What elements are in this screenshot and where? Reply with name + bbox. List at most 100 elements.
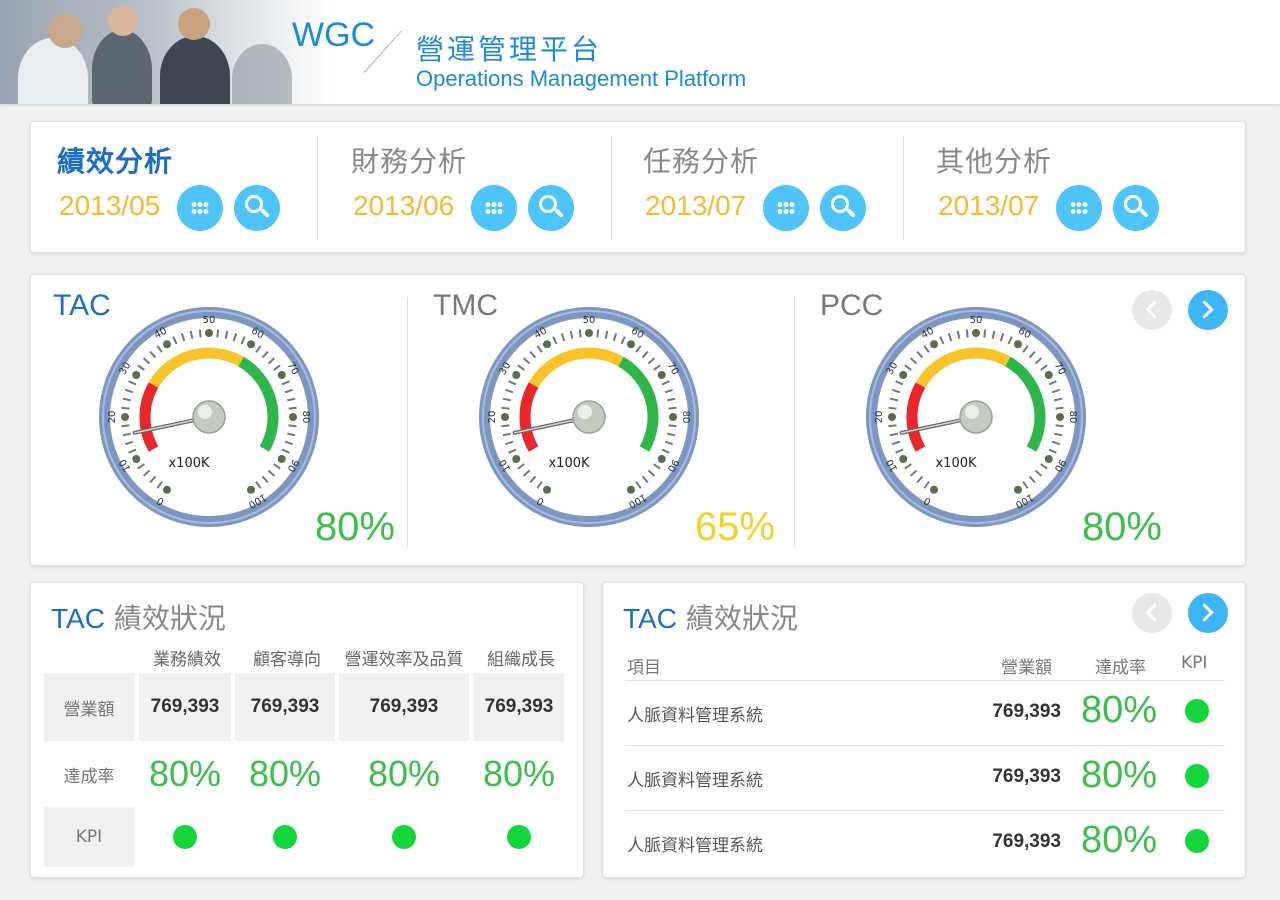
section-title-code: TAC xyxy=(623,603,677,634)
grid-icon xyxy=(191,201,209,215)
project-name: 人脈資料管理系統 xyxy=(627,706,763,726)
header-photo xyxy=(0,0,330,104)
grid-icon xyxy=(777,201,795,215)
gauge-major-dot xyxy=(205,329,213,337)
gauge-major-dot xyxy=(163,340,171,349)
next-button[interactable] xyxy=(1188,290,1228,330)
gauge-major-dot xyxy=(501,413,509,421)
gauge-tick xyxy=(888,424,897,428)
section-title-text: 績效狀況 xyxy=(113,602,226,635)
category-performance[interactable]: 績效分析 2013/05 xyxy=(31,122,325,254)
gauge-major-dot xyxy=(512,371,521,379)
gauge-tick-label: 80 xyxy=(680,411,691,424)
prev-button[interactable] xyxy=(1132,290,1172,330)
gauge-tick xyxy=(888,406,897,410)
section-title: TAC 績效狀況 xyxy=(51,597,226,637)
grid-view-button[interactable] xyxy=(471,185,517,231)
gauge-tick-label: 80 xyxy=(300,411,311,424)
next-button[interactable] xyxy=(1188,593,1228,633)
gauge-major-dot xyxy=(930,485,938,494)
gauge-panel-pcc: PCC 0 10 20 30 40 50 60 70 80 90 100 x100K 80% xyxy=(798,275,1182,567)
search-button[interactable] xyxy=(1113,185,1159,231)
gauge-pcc: 0102030405060708090100x100K xyxy=(866,307,1086,527)
category-label: 財務分析 xyxy=(351,145,468,178)
gauge-major-dot xyxy=(247,340,255,349)
gauge-major-dot xyxy=(669,413,677,421)
gauge-tick-label: 20 xyxy=(874,411,885,424)
section-title-code: TAC xyxy=(51,603,105,634)
search-button[interactable] xyxy=(528,185,574,231)
gauge-tick xyxy=(983,329,987,338)
table-row[interactable]: 人脈資料管理系統 769,393 80% xyxy=(625,680,1225,745)
grid-icon xyxy=(485,201,503,215)
kpi-status-dot xyxy=(1185,764,1209,788)
column-header-revenue: 營業額 xyxy=(1001,658,1052,678)
search-button[interactable] xyxy=(820,185,866,231)
gauge-tick-label: 50 xyxy=(203,315,216,326)
grid-icon xyxy=(1070,201,1088,215)
divider xyxy=(317,136,318,240)
table-row[interactable]: 人脈資料管理系統 769,393 80% xyxy=(625,810,1225,875)
gauge-major-dot xyxy=(121,413,129,421)
gauge-major-dot xyxy=(627,340,635,349)
gauge-major-dot xyxy=(163,485,171,494)
kpi-status-dot xyxy=(173,825,197,849)
gauge-major-dot xyxy=(1044,371,1053,379)
column-header: 業務績效 xyxy=(153,650,221,670)
table-row[interactable]: 人脈資料管理系統 769,393 80% xyxy=(625,745,1225,810)
divider xyxy=(611,136,612,240)
gauge-tick xyxy=(1055,424,1064,428)
gauge-major-dot xyxy=(627,485,635,494)
grid-view-button[interactable] xyxy=(763,185,809,231)
gauge-unit-label: x100K xyxy=(168,456,210,471)
gauge-major-dot xyxy=(512,455,521,463)
category-task[interactable]: 任務分析 2013/07 xyxy=(617,122,911,254)
kpi-cell xyxy=(474,807,564,867)
header: WGC 營運管理平台 Operations Management Platfor… xyxy=(0,0,1280,104)
gauge-major-dot xyxy=(1014,485,1022,494)
column-header-rate: 達成率 xyxy=(1095,658,1146,678)
rate-value: 80% xyxy=(248,753,322,794)
gauge-unit-label: x100K xyxy=(935,456,977,471)
gauge-major-dot xyxy=(585,329,593,337)
rate-value: 80% xyxy=(367,753,441,794)
gauge-tick xyxy=(668,424,677,428)
gauge-unit-label: x100K xyxy=(548,456,590,471)
revenue-value: 769,393 xyxy=(474,673,564,741)
search-button[interactable] xyxy=(234,185,280,231)
category-date: 2013/06 xyxy=(353,190,455,221)
category-finance[interactable]: 財務分析 2013/06 xyxy=(325,122,619,254)
brand-logo: WGC xyxy=(292,16,376,54)
platform-title: 營運管理平台 xyxy=(416,33,603,66)
row-label: 達成率 xyxy=(63,766,115,787)
divider xyxy=(407,297,408,547)
category-date: 2013/05 xyxy=(59,190,161,221)
kpi-status-dot xyxy=(273,825,297,849)
rate-value: 80% xyxy=(1080,819,1157,861)
gauge-tick xyxy=(668,406,677,410)
platform-subtitle: Operations Management Platform xyxy=(416,66,747,91)
revenue-value: 769,393 xyxy=(139,673,231,741)
gauge-major-dot xyxy=(899,371,908,379)
revenue-value: 769,393 xyxy=(992,831,1061,852)
gauge-major-dot xyxy=(247,485,255,494)
kpi-cell xyxy=(139,807,231,867)
project-name: 人脈資料管理系統 xyxy=(627,771,763,791)
gauge-panel-tmc: TMC 0 10 20 30 40 50 60 70 80 90 100 x100K 65% xyxy=(411,275,795,567)
column-header-item: 項目 xyxy=(627,658,661,678)
section-title: TAC 績效狀況 xyxy=(623,597,798,637)
column-header: 組織成長 xyxy=(487,650,555,670)
prev-button[interactable] xyxy=(1132,593,1172,633)
gauge-major-dot xyxy=(289,413,297,421)
chevron-left-icon xyxy=(1145,603,1164,622)
gauge-major-dot xyxy=(930,340,938,349)
gauge-major-dot xyxy=(277,455,286,463)
category-other[interactable]: 其他分析 2013/07 xyxy=(910,122,1204,254)
gauge-tick xyxy=(121,406,130,410)
section-title-text: 績效狀況 xyxy=(685,602,798,635)
gauge-major-dot xyxy=(132,455,141,463)
gauge-major-dot xyxy=(972,329,980,337)
grid-view-button[interactable] xyxy=(177,185,223,231)
kpi-cell xyxy=(235,807,335,867)
grid-view-button[interactable] xyxy=(1056,185,1102,231)
